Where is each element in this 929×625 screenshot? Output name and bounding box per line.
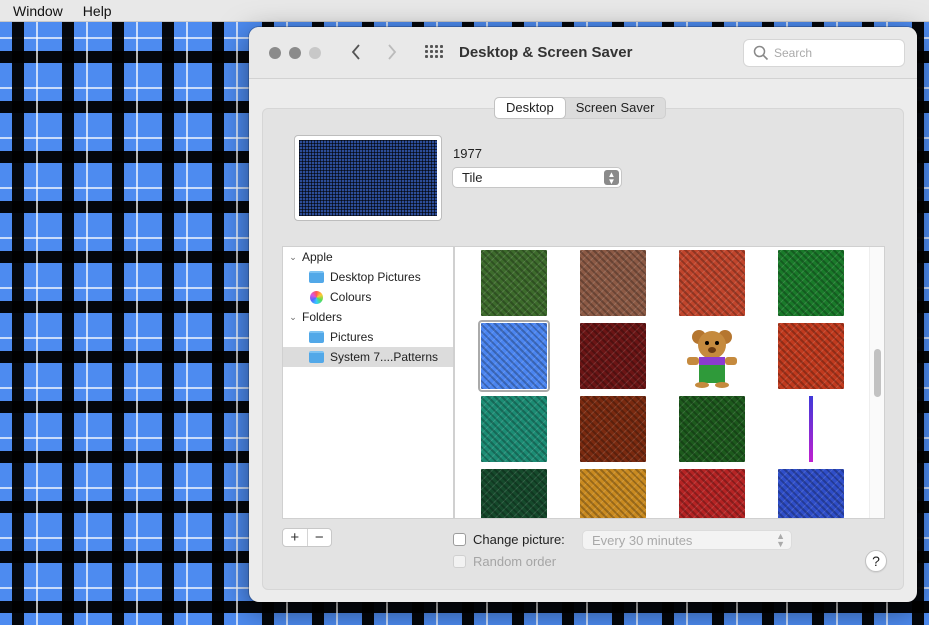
grid-icon[interactable] (425, 45, 443, 61)
source-label: System 7....Patterns (330, 350, 439, 364)
picture-thumbnail[interactable] (478, 320, 550, 392)
picture-thumbnail[interactable] (481, 469, 547, 518)
updown-arrows-icon: ▲ ▼ (604, 170, 619, 186)
tab-screen-saver[interactable]: Screen Saver (565, 98, 666, 118)
picture-grid (454, 246, 885, 519)
preferences-window: Desktop & Screen Saver 1977 Tile ▲▼ ⌄ Ap… (249, 27, 917, 602)
source-item-desktop-pictures[interactable]: Desktop Pictures (283, 267, 453, 287)
source-item-colours[interactable]: Colours (283, 287, 453, 307)
folder-icon (309, 271, 324, 283)
chevron-left-icon[interactable] (350, 42, 362, 66)
source-list: ⌄ Apple Desktop Pictures Colours ⌄ Folde… (282, 246, 454, 519)
source-label: Apple (302, 250, 333, 264)
minimize-button[interactable] (289, 47, 301, 59)
picture-name: 1977 (453, 146, 482, 161)
add-folder-button[interactable]: + (283, 529, 307, 546)
search-input[interactable] (774, 44, 899, 62)
picture-thumbnail[interactable] (580, 323, 646, 389)
picture-thumbnail[interactable] (580, 396, 646, 462)
random-order-checkbox[interactable] (453, 555, 466, 568)
menu-window[interactable]: Window (13, 3, 63, 19)
picture-thumbnail[interactable] (580, 469, 646, 518)
disclosure-down-icon[interactable]: ⌄ (287, 252, 299, 263)
picture-thumbnail[interactable] (778, 250, 844, 316)
search-field[interactable] (743, 39, 905, 67)
change-picture-label: Change picture: (473, 532, 565, 547)
chevron-right-icon[interactable] (386, 42, 398, 66)
preview-image (299, 140, 437, 216)
updown-chevron-icon: ▲ ▼ (776, 531, 785, 549)
search-icon (753, 45, 769, 61)
source-item-pictures[interactable]: Pictures (283, 327, 453, 347)
picture-thumbnail[interactable] (778, 396, 844, 462)
zoom-button[interactable] (309, 47, 321, 59)
fit-option-select[interactable]: Tile ▲ ▼ (452, 167, 622, 188)
fit-option-value: Tile (462, 170, 483, 185)
desktop-preview (294, 135, 442, 221)
folder-icon (309, 331, 324, 343)
source-label: Colours (330, 290, 372, 304)
remove-folder-button[interactable]: − (306, 529, 332, 546)
add-remove-control: + − (282, 528, 332, 547)
source-group-folders[interactable]: ⌄ Folders (283, 307, 453, 327)
segmented-tabs: Desktop Screen Saver (494, 97, 667, 119)
change-picture-checkbox[interactable] (453, 533, 466, 546)
desktop-pane: 1977 Tile ▲ ▼ ⌄ Apple Desktop Pictures Co… (262, 108, 904, 590)
picture-thumbnail[interactable] (481, 396, 547, 462)
menu-bar: Window Help (0, 0, 929, 22)
window-title: Desktop & Screen Saver (459, 44, 633, 61)
scrollbar-thumb[interactable] (874, 349, 881, 397)
picture-thumbnail[interactable] (679, 396, 745, 462)
close-button[interactable] (269, 47, 281, 59)
source-label: Folders (302, 310, 343, 324)
change-interval-select[interactable]: Every 30 minutes ▲ ▼ (582, 530, 792, 550)
picture-thumbnail[interactable] (679, 323, 745, 389)
source-group-apple[interactable]: ⌄ Apple (283, 247, 453, 267)
source-label: Pictures (330, 330, 374, 344)
source-item-system7-patterns[interactable]: System 7....Patterns (283, 347, 453, 367)
change-interval-value: Every 30 minutes (592, 533, 693, 548)
scrollbar[interactable] (869, 247, 884, 518)
random-order-label: Random order (473, 554, 557, 569)
picture-thumbnail[interactable] (580, 250, 646, 316)
picture-thumbnail[interactable] (679, 250, 745, 316)
picture-thumbnail[interactable] (679, 469, 745, 518)
source-label: Desktop Pictures (330, 270, 421, 284)
folder-icon (309, 351, 324, 363)
picture-thumbnail[interactable] (778, 469, 844, 518)
help-button[interactable]: ? (865, 550, 887, 572)
colour-wheel-icon (310, 290, 323, 304)
tab-desktop[interactable]: Desktop (495, 98, 565, 118)
picture-thumbnail[interactable] (778, 323, 844, 389)
picture-thumbnail[interactable] (481, 250, 547, 316)
title-bar: Desktop & Screen Saver (249, 27, 917, 79)
menu-help[interactable]: Help (83, 3, 112, 19)
disclosure-down-icon[interactable]: ⌄ (287, 312, 299, 323)
